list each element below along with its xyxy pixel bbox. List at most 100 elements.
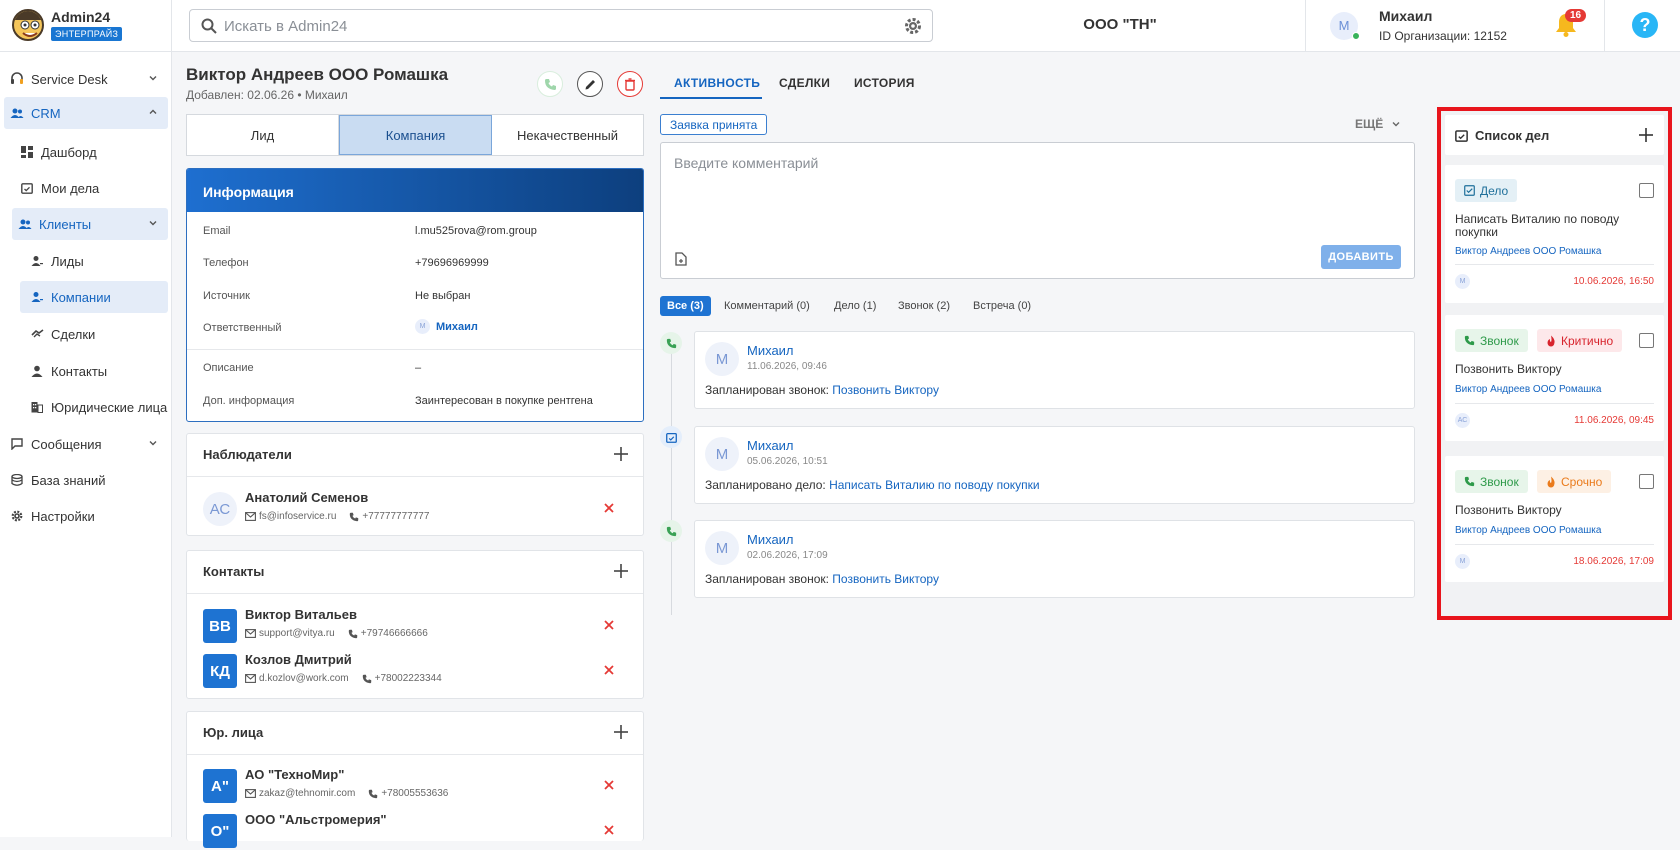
- legal-entity-name[interactable]: АО "ТехноМир": [245, 767, 344, 782]
- chat-icon: [10, 437, 24, 451]
- delete-button[interactable]: [617, 71, 643, 97]
- task-checkbox[interactable]: [1639, 474, 1654, 489]
- phone-icon: [368, 789, 378, 799]
- person-email[interactable]: fs@infoservice.ru: [259, 511, 336, 522]
- sidebar-item-leads[interactable]: Лиды: [20, 245, 168, 277]
- status-tab-company[interactable]: Компания: [339, 115, 492, 155]
- sidebar-item-knowledge-base[interactable]: База знаний: [4, 464, 168, 496]
- phone-value[interactable]: +79696969999: [415, 257, 489, 269]
- task-checkbox[interactable]: [1639, 183, 1654, 198]
- task-text[interactable]: Позвонить Виктору: [1455, 363, 1645, 376]
- sidebar-item-label: Лиды: [51, 253, 84, 269]
- event-prefix: Запланировано дело:: [705, 478, 826, 492]
- add-contact-icon[interactable]: [613, 563, 629, 579]
- person-phone[interactable]: +79746666666: [361, 628, 428, 639]
- status-badge[interactable]: Заявка принята: [660, 114, 768, 135]
- remove-icon[interactable]: [603, 619, 615, 631]
- tab-activity[interactable]: АКТИВНОСТЬ: [674, 76, 760, 90]
- filter-all[interactable]: Все (3): [660, 296, 711, 316]
- source-value[interactable]: Не выбран: [415, 290, 470, 302]
- event-author[interactable]: Михаил: [747, 532, 794, 547]
- filter-comments[interactable]: Комментарий (0): [724, 296, 810, 316]
- tab-history[interactable]: ИСТОРИЯ: [854, 76, 915, 90]
- filter-calls[interactable]: Звонок (2): [898, 296, 950, 316]
- event-author[interactable]: Михаил: [747, 343, 794, 358]
- extra-info-value[interactable]: Заинтересован в покупке рентгена: [415, 395, 593, 407]
- remove-icon[interactable]: [603, 664, 615, 676]
- task-text[interactable]: Написать Виталию по поводу покупки: [1455, 213, 1645, 239]
- person-phone[interactable]: +77777777777: [362, 511, 429, 522]
- sidebar-item-clients[interactable]: Клиенты: [12, 208, 168, 240]
- person-name[interactable]: Виктор Витальев: [245, 607, 357, 622]
- person-plus-icon: [30, 254, 44, 268]
- status-tab-lead[interactable]: Лид: [187, 115, 339, 155]
- filter-tasks[interactable]: Дело (1): [834, 296, 876, 316]
- gear-icon[interactable]: [904, 17, 922, 35]
- event-author[interactable]: Михаил: [747, 438, 794, 453]
- card-title: Юр. лица: [203, 725, 264, 740]
- description-value[interactable]: –: [415, 362, 421, 374]
- more-menu[interactable]: ЕЩЁ: [1355, 117, 1401, 131]
- checkbox-icon: [1464, 185, 1475, 196]
- legal-entities-card: Юр. лица А" АО "ТехноМир" zakaz@tehnomir…: [186, 711, 644, 848]
- person-name[interactable]: Анатолий Семенов: [245, 490, 368, 505]
- search-input[interactable]: [224, 16, 864, 36]
- status-tab-unqualified[interactable]: Некачественный: [492, 115, 643, 155]
- sidebar-item-messages[interactable]: Сообщения: [4, 428, 168, 460]
- todo-item[interactable]: Дело Написать Виталию по поводу покупки …: [1445, 165, 1664, 303]
- edit-button[interactable]: [577, 71, 603, 97]
- dashboard-icon: [20, 145, 34, 159]
- sidebar-item-contacts[interactable]: Контакты: [20, 355, 168, 387]
- activity-event[interactable]: М Михаил 05.06.2026, 10:51 Запланировано…: [694, 426, 1415, 504]
- sidebar-item-companies[interactable]: Компании: [20, 281, 168, 313]
- attach-file-icon[interactable]: [675, 252, 687, 266]
- divider: [187, 754, 643, 755]
- tab-deals[interactable]: СДЕЛКИ: [779, 76, 830, 90]
- sidebar-item-my-tasks[interactable]: Мои дела: [4, 172, 168, 204]
- task-checkbox[interactable]: [1639, 333, 1654, 348]
- filter-meetings[interactable]: Встреча (0): [973, 296, 1031, 316]
- sidebar-item-legal-entities[interactable]: Юридические лица: [20, 391, 168, 423]
- todo-item[interactable]: Звонок Срочно Позвонить Виктору Виктор А…: [1445, 456, 1664, 582]
- list-item: А" АО "ТехноМир" zakaz@tehnomir.com +780…: [203, 767, 627, 805]
- remove-icon[interactable]: [603, 824, 615, 836]
- avatar: О": [203, 814, 237, 848]
- sidebar-item-deals[interactable]: Сделки: [20, 318, 168, 350]
- add-task-icon[interactable]: [1638, 127, 1654, 143]
- event-link[interactable]: Позвонить Виктору: [832, 383, 939, 397]
- sidebar-item-crm[interactable]: CRM: [4, 97, 168, 129]
- activity-event[interactable]: М Михаил 02.06.2026, 17:09 Запланирован …: [694, 520, 1415, 598]
- task-link[interactable]: Виктор Андреев ООО Ромашка: [1455, 384, 1601, 395]
- logo[interactable]: Admin24 ЭНТЕРПРАЙЗ: [0, 0, 172, 52]
- add-observer-icon[interactable]: [613, 446, 629, 462]
- person-email[interactable]: d.kozlov@work.com: [259, 673, 349, 684]
- event-link[interactable]: Написать Виталию по поводу покупки: [829, 478, 1040, 492]
- remove-icon[interactable]: [603, 502, 615, 514]
- legal-entity-phone[interactable]: +78005553636: [381, 788, 448, 799]
- activity-event[interactable]: М Михаил 11.06.2026, 09:46 Запланирован …: [694, 331, 1415, 409]
- add-comment-button[interactable]: ДОБАВИТЬ: [1321, 245, 1401, 269]
- task-link[interactable]: Виктор Андреев ООО Ромашка: [1455, 525, 1601, 536]
- sidebar-item-settings[interactable]: Настройки: [4, 500, 168, 532]
- person-phone-group: +78002223344: [362, 673, 442, 684]
- owner-value[interactable]: М Михаил: [415, 319, 478, 334]
- comment-input[interactable]: [674, 155, 1374, 215]
- sidebar-item-dashboard[interactable]: Дашборд: [4, 136, 168, 168]
- event-link[interactable]: Позвонить Виктору: [832, 572, 939, 586]
- task-text[interactable]: Позвонить Виктору: [1455, 504, 1645, 517]
- todo-item[interactable]: Звонок Критично Позвонить Виктору Виктор…: [1445, 315, 1664, 441]
- organization-name[interactable]: ООО "ТН": [1000, 16, 1240, 33]
- person-phone[interactable]: +78002223344: [375, 673, 442, 684]
- person-name[interactable]: Козлов Дмитрий: [245, 652, 352, 667]
- legal-entity-email[interactable]: zakaz@tehnomir.com: [259, 788, 355, 799]
- email-value[interactable]: l.mu525rova@rom.group: [415, 225, 537, 237]
- task-link[interactable]: Виктор Андреев ООО Ромашка: [1455, 246, 1601, 257]
- legal-entity-name[interactable]: ООО "Альстромерия": [245, 812, 387, 827]
- call-button[interactable]: [537, 71, 563, 97]
- sidebar-item-service-desk[interactable]: Service Desk: [4, 63, 168, 95]
- remove-icon[interactable]: [603, 779, 615, 791]
- add-legal-entity-icon[interactable]: [613, 724, 629, 740]
- help-icon[interactable]: ?: [1632, 12, 1658, 38]
- sidebar-item-label: Настройки: [31, 508, 95, 524]
- person-email[interactable]: support@vitya.ru: [259, 628, 335, 639]
